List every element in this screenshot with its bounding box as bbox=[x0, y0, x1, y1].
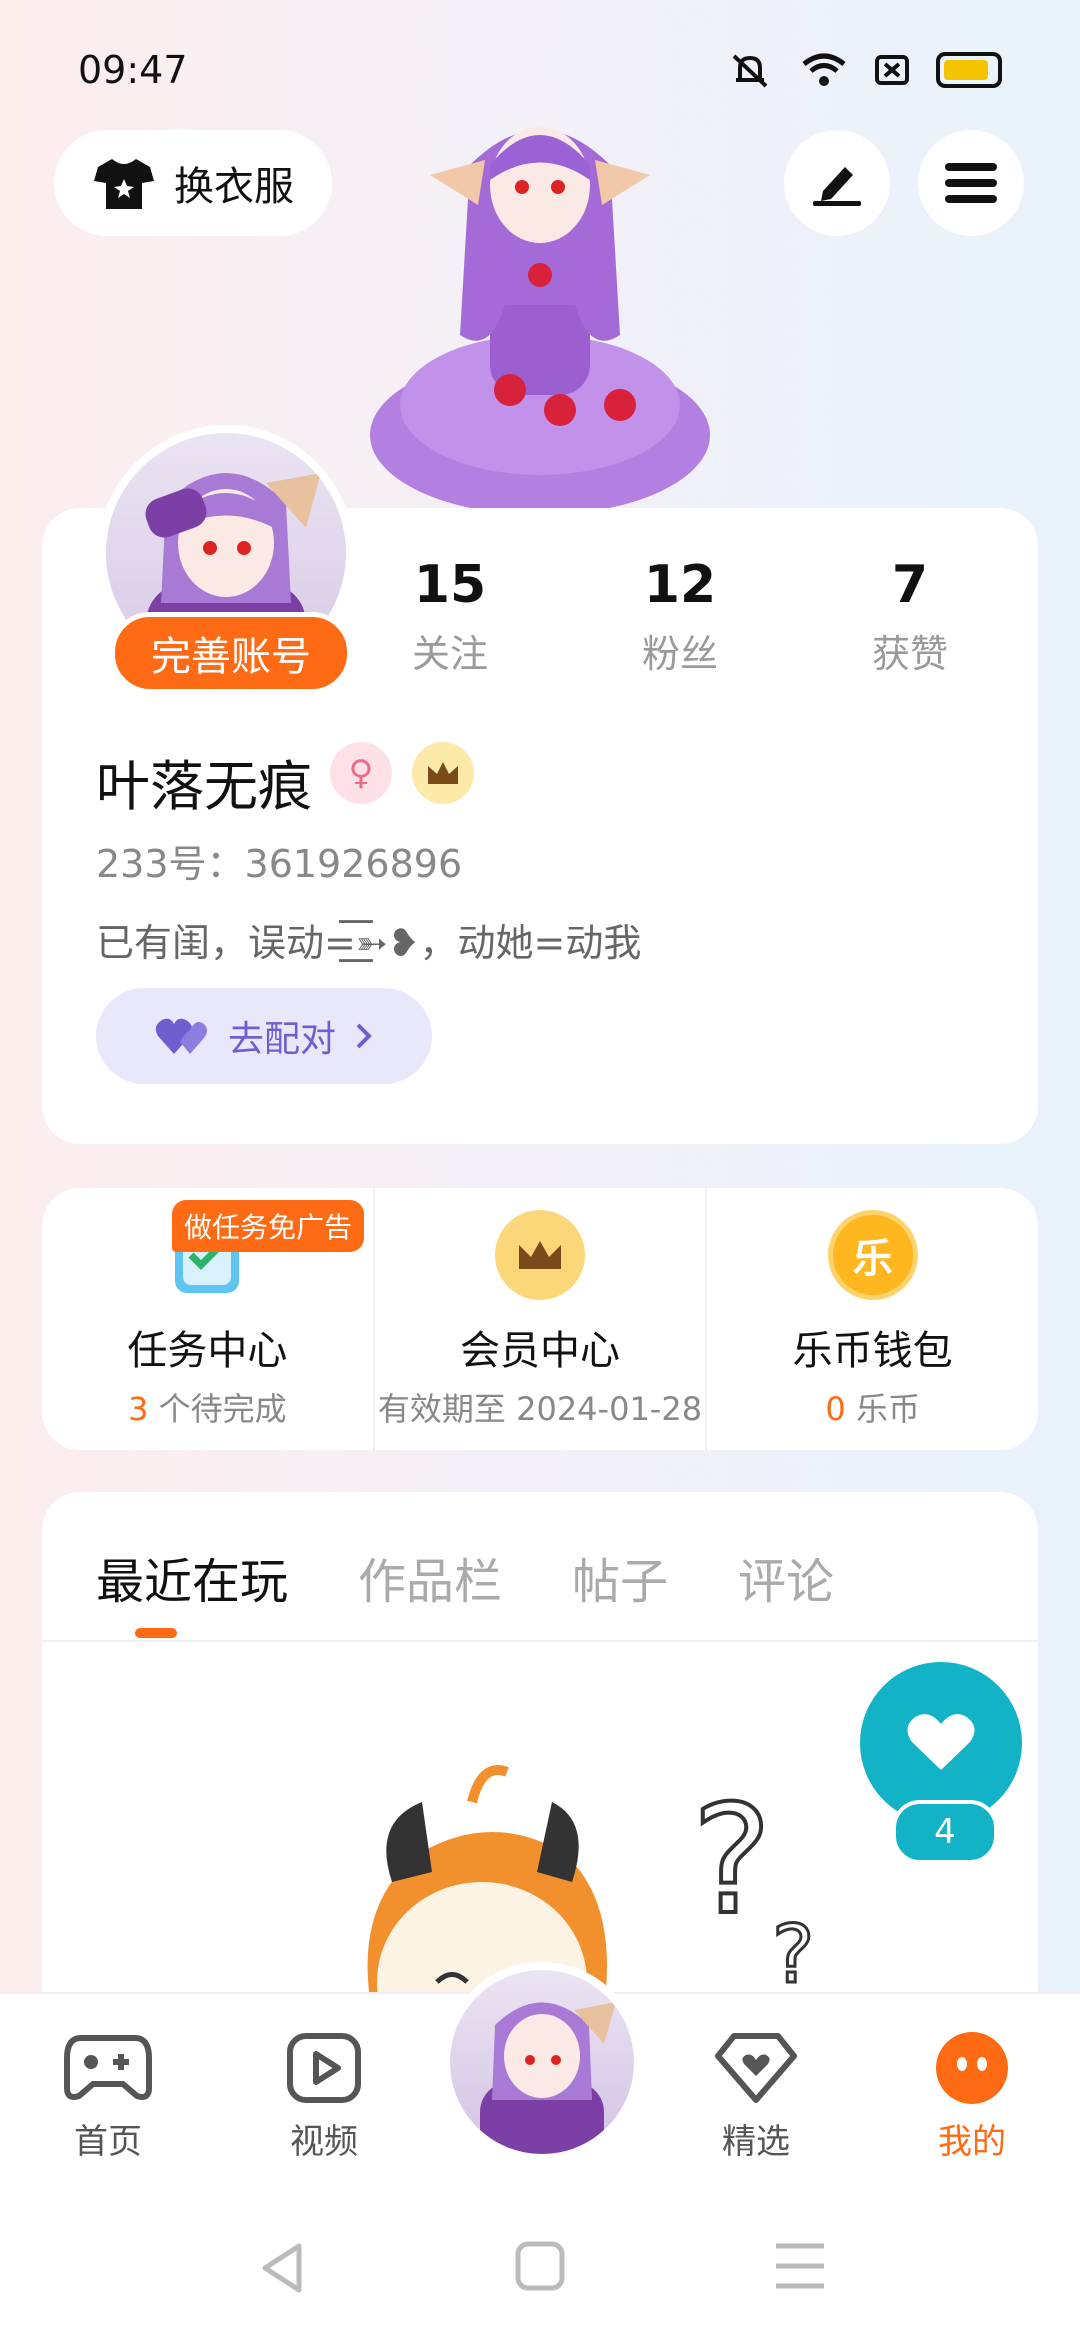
pencil-icon bbox=[813, 167, 861, 206]
tab-comments[interactable]: 评论 bbox=[738, 1542, 834, 1612]
vip-center[interactable]: 会员中心 有效期至 2024-01-28 bbox=[372, 1188, 706, 1450]
nav-home-label: 首页 bbox=[74, 2122, 142, 2162]
system-back-icon[interactable] bbox=[255, 2240, 311, 2296]
coin-wallet-title: 乐币钱包 bbox=[792, 1328, 953, 1374]
nav-video[interactable]: 视频 bbox=[254, 2030, 394, 2163]
battery-icon bbox=[936, 52, 1002, 88]
vip-center-title: 会员中心 bbox=[460, 1328, 620, 1374]
avatar-3d-figure[interactable] bbox=[360, 105, 720, 510]
nav-featured[interactable]: 精选 bbox=[686, 2030, 826, 2163]
wifi-icon bbox=[802, 53, 846, 86]
nav-avatar-image bbox=[480, 2002, 616, 2154]
female-icon: ♀ bbox=[330, 742, 392, 804]
change-outfit-button[interactable]: 换衣服 bbox=[54, 130, 332, 236]
status-icons bbox=[726, 50, 1002, 90]
match-button-label: 去配对 bbox=[227, 1019, 336, 1060]
tshirt-icon bbox=[94, 159, 154, 209]
stat-following-label: 关注 bbox=[411, 632, 488, 676]
stat-likes-value: 7 bbox=[891, 555, 929, 615]
menu-button[interactable] bbox=[918, 130, 1024, 236]
stat-followers[interactable]: 12 粉丝 bbox=[600, 555, 760, 678]
nav-me-label: 我的 bbox=[938, 2122, 1006, 2162]
stat-following-value: 15 bbox=[413, 555, 487, 615]
heart-diamond-icon bbox=[715, 2033, 797, 2103]
status-time: 09:47 bbox=[78, 48, 188, 92]
nav-featured-label: 精选 bbox=[722, 2122, 790, 2162]
coin-wallet[interactable]: 乐 乐币钱包 0 乐币 bbox=[705, 1188, 1038, 1450]
nav-me[interactable]: 我的 bbox=[902, 2030, 1042, 2163]
nav-video-label: 视频 bbox=[290, 2122, 358, 2162]
sim-blocked-icon bbox=[875, 55, 909, 85]
edit-profile-button[interactable] bbox=[784, 130, 890, 236]
task-center-title: 任务中心 bbox=[127, 1328, 288, 1374]
mute-bell-icon bbox=[732, 54, 768, 88]
svg-text:?: ? bbox=[772, 1908, 814, 2001]
stat-following[interactable]: 15 关注 bbox=[370, 555, 530, 678]
tab-recently-played[interactable]: 最近在玩 bbox=[96, 1542, 288, 1612]
nav-home[interactable]: 首页 bbox=[38, 2030, 178, 2163]
change-outfit-label: 换衣服 bbox=[174, 164, 294, 210]
vip-center-sub: 有效期至 2024-01-28 bbox=[377, 1390, 703, 1428]
tabs-divider bbox=[42, 1640, 1038, 1642]
coin-icon: 乐 bbox=[827, 1210, 918, 1300]
username: 叶落无痕 bbox=[96, 755, 312, 818]
tab-works[interactable]: 作品栏 bbox=[358, 1542, 502, 1612]
crown-icon bbox=[428, 762, 458, 784]
svg-text:?: ? bbox=[692, 1774, 772, 1948]
system-recents-icon[interactable] bbox=[772, 2240, 828, 2292]
stat-likes[interactable]: 7 获赞 bbox=[830, 555, 990, 678]
nav-avatar-center[interactable] bbox=[442, 1962, 642, 2162]
gamepad-icon bbox=[64, 2035, 152, 2100]
hamburger-icon bbox=[945, 163, 997, 203]
ad-free-tag: 做任务免广告 bbox=[172, 1200, 365, 1252]
bio-text: 已有闺，误动=͟͟͞͞➳❥，动她=动我 bbox=[96, 921, 642, 965]
content-tabs: 最近在玩 作品栏 帖子 评论 bbox=[96, 1542, 834, 1612]
active-tab-indicator bbox=[135, 1628, 177, 1638]
tab-posts[interactable]: 帖子 bbox=[572, 1542, 668, 1612]
stat-followers-value: 12 bbox=[643, 555, 717, 615]
crown-badge-icon[interactable] bbox=[412, 742, 474, 804]
double-heart-icon bbox=[155, 1018, 207, 1054]
heart-icon bbox=[907, 1714, 975, 1770]
task-center-sub: 3 个待完成 bbox=[128, 1390, 287, 1428]
stat-likes-label: 获赞 bbox=[871, 632, 948, 676]
chevron-right-icon bbox=[356, 1023, 372, 1049]
crown-icon bbox=[495, 1210, 585, 1300]
like-count: 4 bbox=[892, 1800, 998, 1864]
system-home-icon[interactable] bbox=[514, 2240, 566, 2292]
play-icon bbox=[287, 2033, 361, 2103]
stat-followers-label: 粉丝 bbox=[641, 632, 718, 676]
coin-wallet-sub: 0 乐币 bbox=[825, 1390, 920, 1428]
user-id: 233号：361926896 bbox=[96, 842, 463, 886]
complete-account-badge[interactable]: 完善账号 bbox=[110, 612, 352, 694]
match-button[interactable]: 去配对 bbox=[96, 988, 432, 1084]
face-icon bbox=[936, 2032, 1008, 2104]
